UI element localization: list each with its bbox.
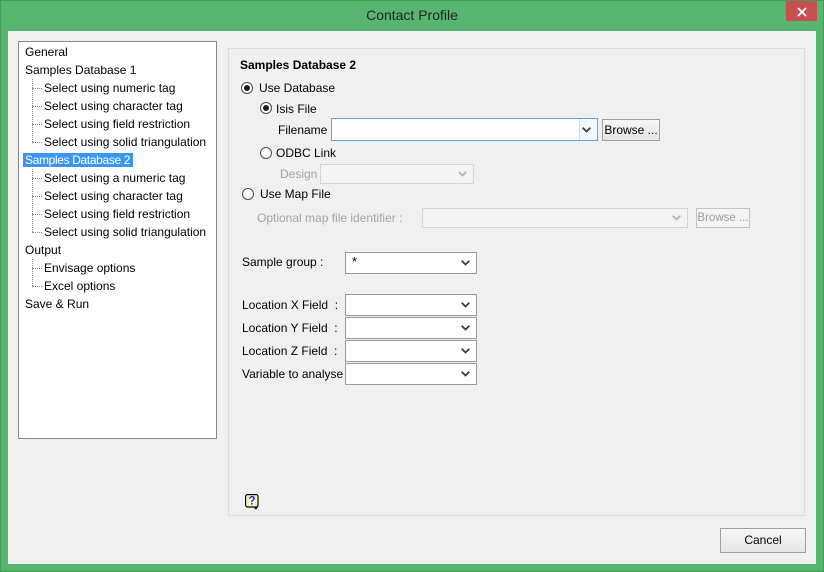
svg-text:?: ? [248,496,255,508]
